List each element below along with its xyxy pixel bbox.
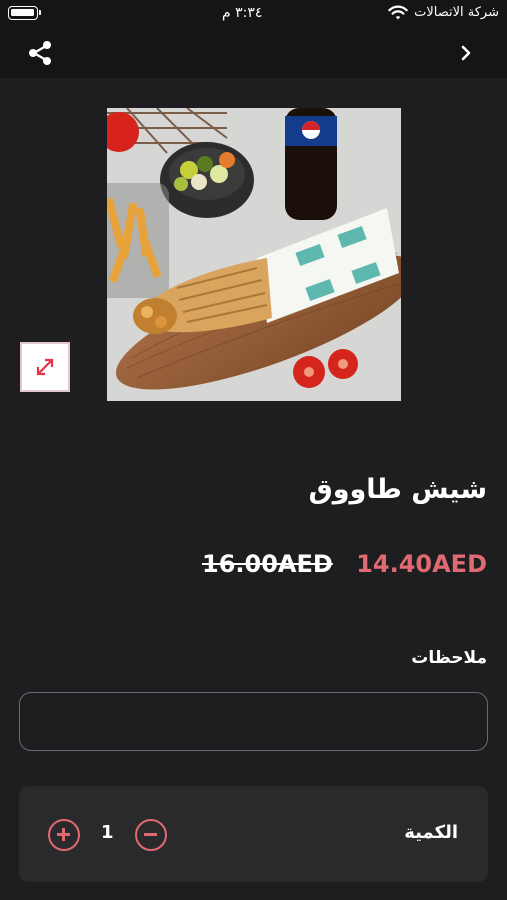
carrier-name: شركة الاتصالات xyxy=(414,5,499,20)
original-price: 16.00AED xyxy=(202,550,333,578)
battery-icon xyxy=(8,6,41,20)
notes-label: ملاحظات xyxy=(411,648,487,668)
expand-image-button[interactable] xyxy=(20,342,70,392)
increase-quantity-button[interactable] xyxy=(48,819,80,851)
wifi-icon xyxy=(388,5,408,20)
quantity-label: الكمية xyxy=(404,822,458,843)
discounted-price: 14.40AED xyxy=(356,550,487,578)
product-image xyxy=(107,108,401,401)
product-title: شيش طاووق xyxy=(308,474,487,505)
minus-icon xyxy=(144,833,157,836)
status-time: ٣:٣٤ م xyxy=(222,5,263,21)
status-bar: ٣:٣٤ م شركة الاتصالات xyxy=(0,0,507,30)
expand-icon xyxy=(36,358,54,376)
quantity-value: 1 xyxy=(101,822,114,843)
share-icon[interactable] xyxy=(26,39,54,67)
product-screen: ٣:٣٤ م شركة الاتصالات شيش طاووق 14.40AED… xyxy=(0,0,507,900)
notes-input[interactable] xyxy=(19,692,488,751)
decrease-quantity-button[interactable] xyxy=(135,819,167,851)
nav-bar xyxy=(0,30,507,78)
chevron-right-icon[interactable] xyxy=(459,43,473,63)
quantity-stepper: 1 الكمية xyxy=(19,786,488,882)
